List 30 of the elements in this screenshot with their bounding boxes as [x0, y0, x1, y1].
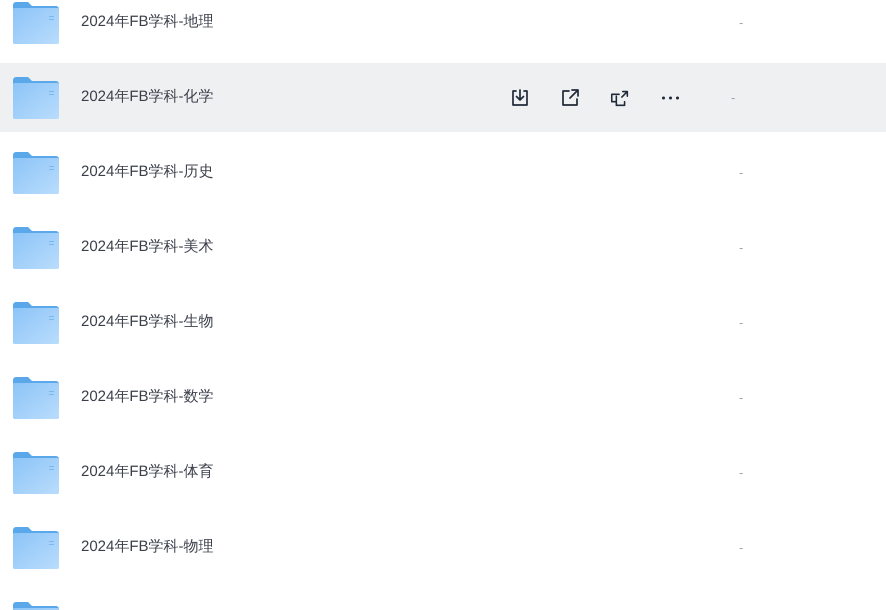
file-size: - — [739, 164, 744, 182]
file-size: - — [739, 538, 744, 557]
folder-icon — [13, 76, 59, 118]
folder-icon — [13, 452, 59, 494]
file-name[interactable]: 2024年FB学科-美术 — [81, 236, 511, 259]
folder-icon — [13, 2, 59, 44]
file-name[interactable]: 2024年FB学科-地理 — [81, 11, 511, 34]
file-size: - — [739, 464, 744, 482]
file-size: - — [739, 238, 744, 257]
file-size: - — [739, 388, 744, 407]
file-name[interactable]: 2024年FB学科-物理 — [81, 536, 511, 559]
share-button[interactable] — [559, 86, 581, 108]
download-button[interactable] — [509, 86, 531, 108]
folder-icon — [13, 226, 59, 268]
file-name[interactable]: 2024年FB学科-数学 — [81, 386, 511, 409]
folder-icon — [13, 152, 59, 194]
share-icon — [559, 86, 581, 108]
folder-icon — [13, 302, 59, 344]
file-size: - — [731, 88, 736, 107]
download-icon — [509, 86, 531, 108]
folder-icon — [13, 376, 59, 418]
file-name[interactable]: 2024年FB学科-历史 — [81, 161, 511, 184]
file-name[interactable]: 2024年FB学科-生物 — [81, 311, 511, 334]
file-size: - — [739, 314, 744, 332]
more-icon — [662, 96, 678, 100]
file-name[interactable]: 2024年FB学科-化学 — [81, 86, 511, 109]
folder-icon — [13, 526, 59, 568]
file-size: - — [739, 14, 744, 32]
file-row[interactable]: 2024年FB学科-化学 - — [0, 63, 886, 132]
file-name[interactable]: 2024年FB学科-体育 — [81, 461, 511, 484]
